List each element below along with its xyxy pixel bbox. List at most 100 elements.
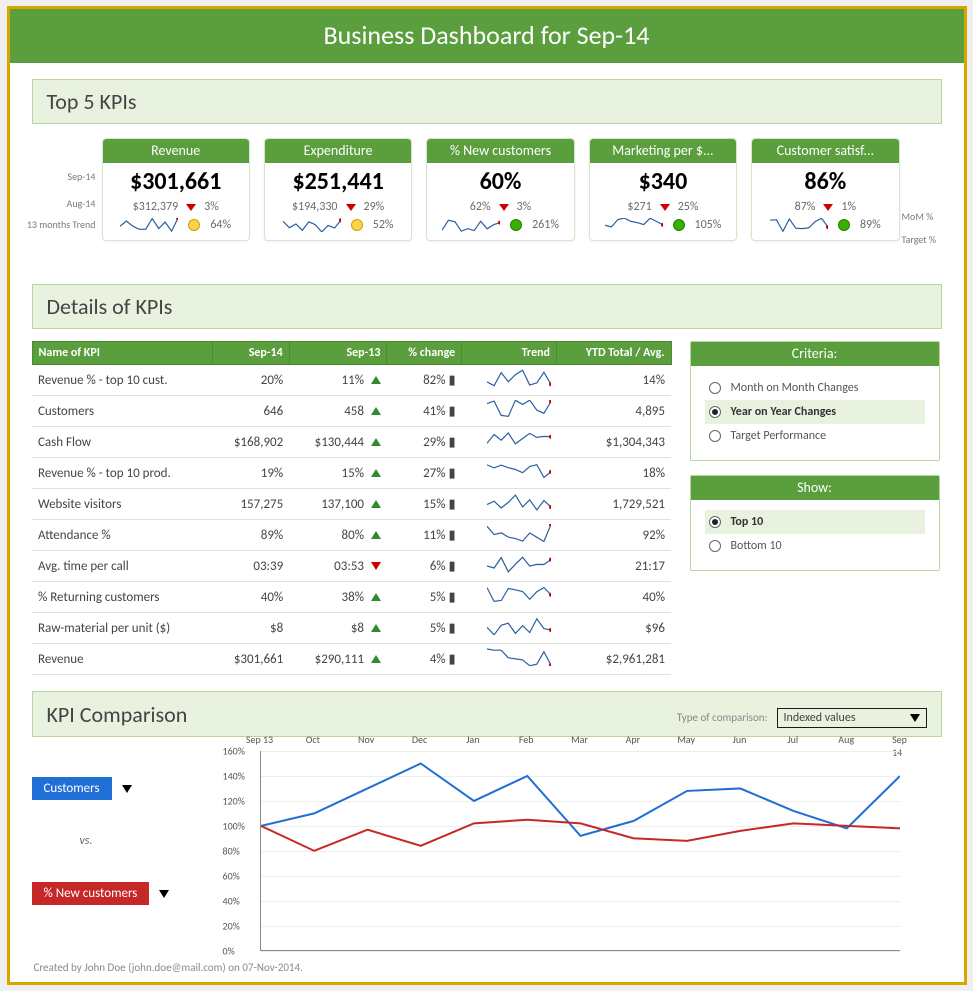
triangle-up-icon [371, 531, 381, 539]
sparkline-icon [462, 644, 557, 675]
kpi-name: Marketing per $... [590, 139, 736, 163]
top-kpis-panel: Top 5 KPIs Sep-14 Aug-14 13 months Trend… [32, 79, 942, 268]
triangle-up-icon [371, 469, 381, 477]
comparison-metric-pickers: Customers vs. % New customers [32, 751, 242, 905]
sparkline-icon [462, 520, 557, 551]
radio-icon [709, 430, 721, 442]
triangle-up-icon [371, 655, 381, 663]
sparkline-icon [462, 458, 557, 489]
kpi-prev-line: $312,379 3% [103, 200, 249, 214]
metric2-select[interactable]: % New customers [32, 882, 170, 905]
triangle-up-icon [371, 593, 381, 601]
table-row[interactable]: Attendance % 89% 80% 11% ▮ 92% [32, 520, 671, 551]
kpi-trend-line: 52% [265, 218, 411, 232]
details-header: Details of KPIs [32, 284, 942, 329]
sparkline-icon [605, 218, 663, 232]
footer-credit: Created by John Doe (john.doe@mail.com) … [34, 961, 940, 974]
kpi-card[interactable]: % New customers 60% 62% 3% 261% [426, 138, 574, 241]
radio-icon [709, 382, 721, 394]
details-panel: Details of KPIs Name of KPISep-14Sep-13%… [32, 284, 942, 675]
kpi-card[interactable]: Revenue $301,661 $312,379 3% 64% [102, 138, 250, 241]
dashboard-page: Business Dashboard for Sep-14 Top 5 KPIs… [7, 6, 967, 985]
radio-icon [709, 540, 721, 552]
triangle-up-icon [371, 624, 381, 632]
kpi-trend-line: 105% [590, 218, 736, 232]
kpi-name: Expenditure [265, 139, 411, 163]
sparkline-icon [462, 582, 557, 613]
chevron-down-icon [159, 890, 169, 898]
sparkline-icon [120, 218, 178, 232]
table-row[interactable]: Cash Flow $168,902 $130,444 29% ▮ $1,304… [32, 427, 671, 458]
page-title: Business Dashboard for Sep-14 [10, 9, 964, 63]
criteria-option[interactable]: Year on Year Changes [705, 400, 925, 424]
kpi-trend-line: 89% [752, 218, 898, 232]
sparkline-icon [462, 489, 557, 520]
sparkline-icon [283, 218, 341, 232]
kpi-prev-line: 62% 3% [427, 200, 573, 214]
criteria-box: Criteria: Month on Month ChangesYear on … [690, 341, 940, 461]
radio-icon [709, 516, 721, 528]
arrow-down-icon [186, 204, 196, 211]
table-row[interactable]: Revenue % - top 10 cust. 20% 11% 82% ▮ 1… [32, 365, 671, 396]
kpi-current-value: $340 [590, 167, 736, 196]
show-option[interactable]: Top 10 [705, 510, 925, 534]
metric1-select[interactable]: Customers [32, 777, 132, 800]
table-row[interactable]: Revenue % - top 10 prod. 19% 15% 27% ▮ 1… [32, 458, 671, 489]
comparison-type-select[interactable]: Indexed values [777, 708, 927, 728]
comparison-panel: KPI Comparison Type of comparison: Index… [32, 691, 942, 951]
status-dot-icon [673, 219, 685, 231]
table-row[interactable]: Raw-material per unit ($) $8 $8 5% ▮ $96 [32, 613, 671, 644]
top-kpis-header: Top 5 KPIs [32, 79, 942, 124]
sparkline-icon [442, 218, 500, 232]
kpi-name: % New customers [427, 139, 573, 163]
kpi-name: Revenue [103, 139, 249, 163]
show-box: Show: Top 10Bottom 10 [690, 475, 940, 571]
triangle-up-icon [371, 407, 381, 415]
kpi-trend-line: 64% [103, 218, 249, 232]
table-row[interactable]: Customers 646 458 41% ▮ 4,895 [32, 396, 671, 427]
kpi-current-value: 60% [427, 167, 573, 196]
kpi-current-value: $301,661 [103, 167, 249, 196]
kpi-card[interactable]: Customer satisf... 86% 87% 1% 89% [751, 138, 899, 241]
kpi-right-labels: MoM % Target % [902, 200, 960, 246]
kpi-current-value: 86% [752, 167, 898, 196]
table-row[interactable]: Avg. time per call 03:39 03:53 6% ▮ 21:1… [32, 551, 671, 582]
table-row[interactable]: Website visitors 157,275 137,100 15% ▮ 1… [32, 489, 671, 520]
criteria-option[interactable]: Month on Month Changes [705, 376, 925, 400]
kpi-prev-line: $271 25% [590, 200, 736, 214]
sparkline-icon [462, 365, 557, 396]
chevron-down-icon [122, 785, 132, 793]
sparkline-icon [462, 396, 557, 427]
triangle-up-icon [371, 376, 381, 384]
kpi-name: Customer satisf... [752, 139, 898, 163]
kpi-left-labels: Sep-14 Aug-14 13 months Trend [12, 148, 96, 231]
sparkline-icon [462, 551, 557, 582]
status-dot-icon [838, 219, 850, 231]
arrow-down-icon [823, 204, 833, 211]
kpi-card[interactable]: Expenditure $251,441 $194,330 29% 52% [264, 138, 412, 241]
comparison-line-chart: 0%20%40%60%80%100%120%140%160% [260, 751, 900, 951]
status-dot-icon [188, 219, 200, 231]
arrow-down-icon [346, 204, 356, 211]
side-controls: Criteria: Month on Month ChangesYear on … [690, 341, 940, 675]
comparison-header: KPI Comparison Type of comparison: Index… [32, 691, 942, 737]
triangle-up-icon [371, 500, 381, 508]
table-row[interactable]: Revenue $301,661 $290,111 4% ▮ $2,961,28… [32, 644, 671, 675]
table-row[interactable]: % Returning customers 40% 38% 5% ▮ 40% [32, 582, 671, 613]
status-dot-icon [351, 219, 363, 231]
kpi-prev-line: $194,330 29% [265, 200, 411, 214]
status-dot-icon [510, 219, 522, 231]
triangle-down-icon [371, 562, 381, 570]
sparkline-icon [462, 427, 557, 458]
kpi-details-table: Name of KPISep-14Sep-13% changeTrendYTD … [32, 341, 672, 675]
kpi-card[interactable]: Marketing per $... $340 $271 25% 105% [589, 138, 737, 241]
kpi-current-value: $251,441 [265, 167, 411, 196]
triangle-up-icon [371, 438, 381, 446]
arrow-down-icon [499, 204, 509, 211]
show-option[interactable]: Bottom 10 [705, 534, 925, 558]
kpi-prev-line: 87% 1% [752, 200, 898, 214]
chevron-down-icon [910, 714, 920, 722]
kpi-trend-line: 261% [427, 218, 573, 232]
criteria-option[interactable]: Target Performance [705, 424, 925, 448]
sparkline-icon [770, 218, 828, 232]
